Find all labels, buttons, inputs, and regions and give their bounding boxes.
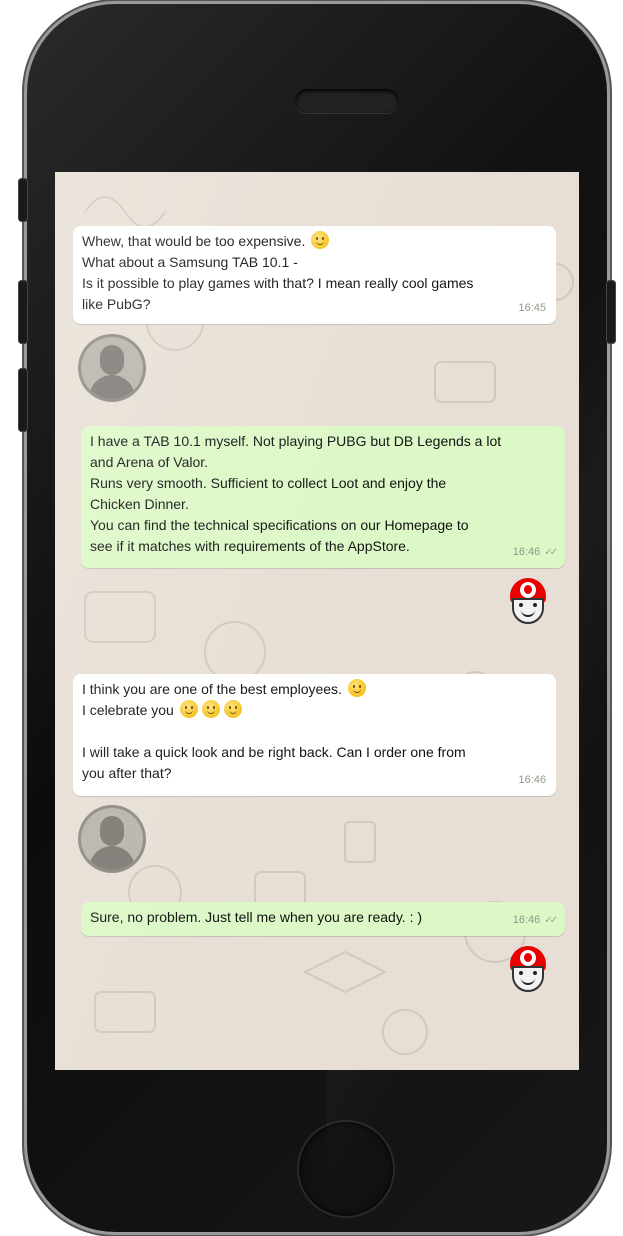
message-line: I think you are one of the best employee…: [82, 679, 547, 700]
message-line: Chicken Dinner.: [90, 496, 189, 512]
message-line: I have a TAB 10.1 myself. Not playing PU…: [90, 433, 502, 449]
outgoing-message-bubble[interactable]: Sure, no problem. Just tell me when you …: [81, 902, 565, 936]
message-line: You can find the technical specification…: [90, 517, 469, 533]
person-silhouette-icon: [100, 816, 124, 846]
message-timestamp: 16:46 ✓✓: [512, 546, 558, 558]
smiling-face-emoji: [347, 679, 366, 697]
incoming-message-bubble[interactable]: I think you are one of the best employee…: [73, 674, 556, 796]
message-line: you after that?: [82, 765, 172, 781]
smiling-face-emoji: [201, 700, 220, 718]
user-avatar[interactable]: [81, 337, 143, 399]
read-receipt-icon: ✓✓: [544, 915, 558, 926]
message-timestamp: 16:46: [518, 774, 546, 786]
chat-screen: Whew, that would be too expensive. What …: [55, 172, 579, 1070]
volume-up-button[interactable]: [18, 280, 28, 344]
power-button[interactable]: [606, 280, 616, 344]
support-bot-avatar[interactable]: [506, 946, 550, 994]
message-line: see if it matches with requirements of t…: [90, 538, 410, 554]
message-line: Is it possible to play games with that? …: [82, 275, 474, 291]
message-line: Whew, that would be too expensive.: [82, 231, 547, 252]
message-timestamp: 16:45: [518, 302, 546, 314]
message-line: Sure, no problem. Just tell me when you …: [90, 909, 423, 925]
message-line: Runs very smooth. Sufficient to collect …: [90, 475, 447, 491]
support-bot-avatar[interactable]: [506, 578, 550, 626]
outgoing-message-bubble[interactable]: I have a TAB 10.1 myself. Not playing PU…: [81, 426, 565, 568]
brand-logo-icon: [520, 950, 536, 966]
brand-logo-icon: [520, 582, 536, 598]
earpiece-speaker: [295, 89, 399, 113]
smiling-face-emoji: [179, 700, 198, 718]
user-avatar[interactable]: [81, 808, 143, 870]
mute-switch[interactable]: [18, 178, 28, 222]
smiling-face-emoji: [311, 231, 330, 249]
volume-down-button[interactable]: [18, 368, 28, 432]
message-line: I celebrate you: [82, 700, 547, 721]
smiling-face-emoji: [223, 700, 242, 718]
home-button[interactable]: [299, 1122, 393, 1216]
read-receipt-icon: ✓✓: [544, 547, 558, 558]
person-silhouette-icon: [100, 345, 124, 375]
message-timestamp: 16:46 ✓✓: [512, 914, 558, 926]
incoming-message-bubble[interactable]: Whew, that would be too expensive. What …: [73, 226, 556, 324]
message-line: What about a Samsung TAB 10.1 -: [82, 254, 298, 270]
message-line: like PubG?: [82, 296, 151, 312]
message-line: and Arena of Valor.: [90, 454, 209, 470]
message-line: I will take a quick look and be right ba…: [82, 744, 466, 760]
